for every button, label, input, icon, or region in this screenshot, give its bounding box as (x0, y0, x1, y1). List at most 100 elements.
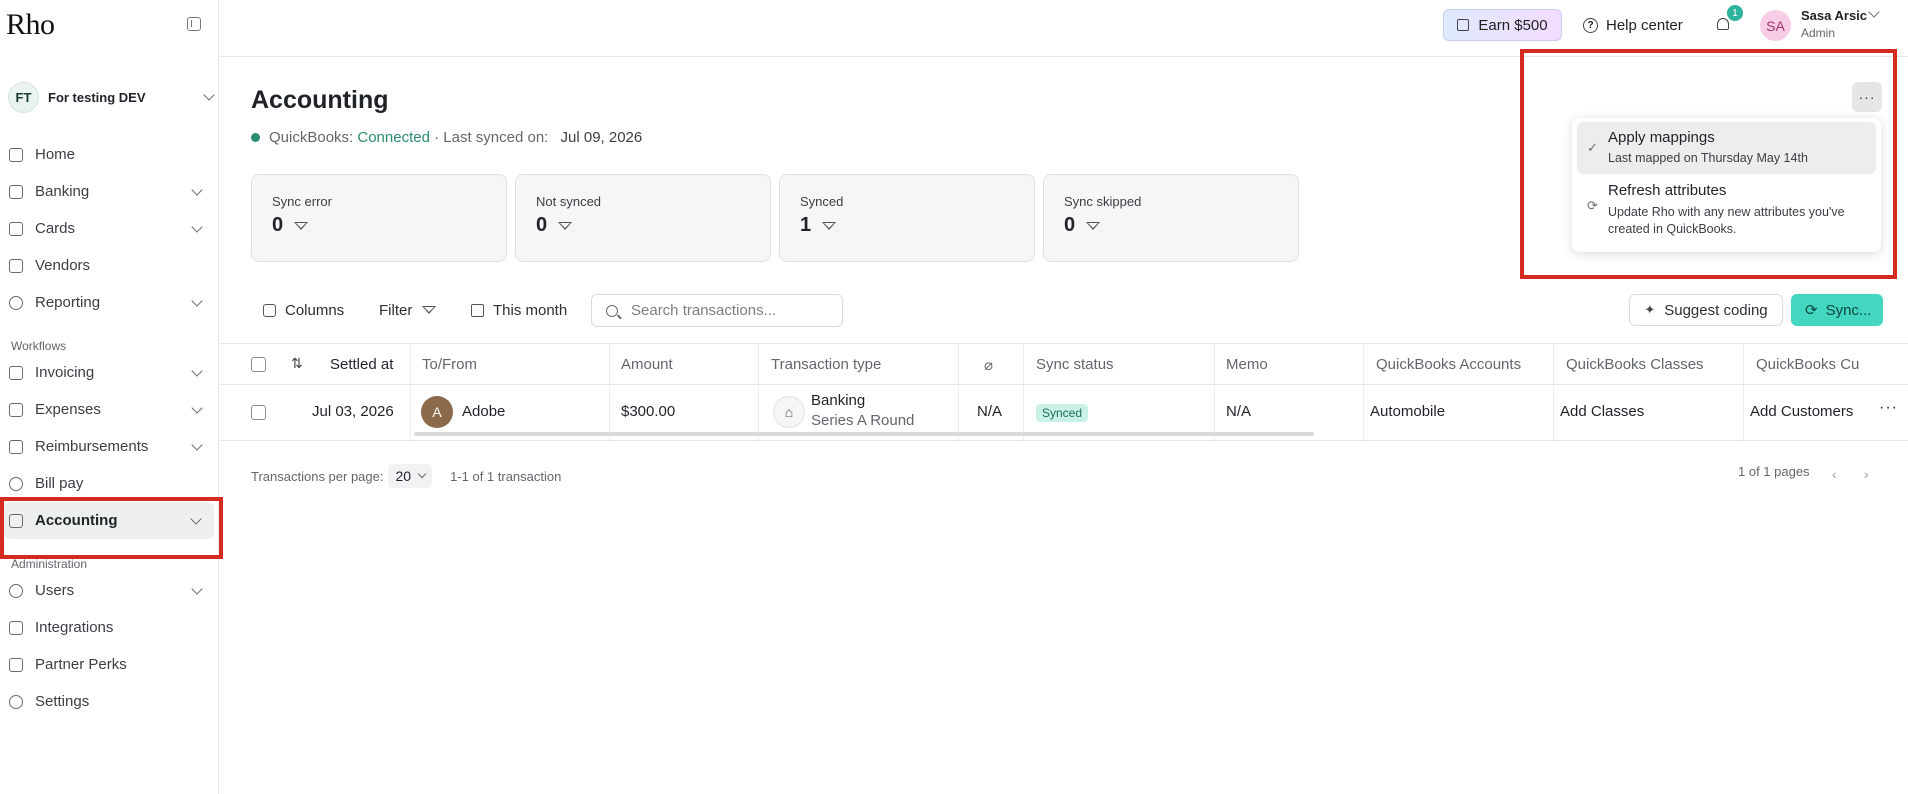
column-header-transaction-type[interactable]: Transaction type (771, 356, 881, 373)
row-checkbox[interactable] (251, 405, 266, 420)
filter-icon (422, 306, 437, 314)
book-icon (9, 258, 23, 273)
search-transactions[interactable] (591, 294, 843, 327)
pie-chart-icon (9, 295, 23, 310)
card-title: Synced (800, 194, 844, 209)
sidebar-item-partner-perks[interactable]: Partner Perks (0, 646, 215, 683)
column-header-amount[interactable]: Amount (621, 356, 673, 373)
memo-cell[interactable]: N/A (1226, 403, 1251, 420)
sidebar-item-integrations[interactable]: Integrations (0, 609, 215, 646)
org-switcher[interactable]: FT For testing DEV (8, 80, 215, 114)
to-from-cell[interactable]: Adobe (462, 403, 505, 420)
sidebar-item-invoicing[interactable]: Invoicing (0, 354, 215, 391)
administration-section-label: Administration (11, 557, 88, 571)
filter-button[interactable]: Filter (379, 296, 437, 324)
grid-icon (9, 620, 23, 635)
columns-icon (263, 303, 276, 317)
column-header-to-from[interactable]: To/From (422, 356, 477, 373)
chevron-down-icon[interactable] (1868, 6, 1880, 18)
cash-icon (9, 439, 23, 454)
avatar[interactable]: SA (1760, 10, 1791, 41)
chevron-left-icon[interactable]: ‹ (1832, 466, 1837, 482)
sort-icon[interactable]: ⇅ (291, 355, 303, 372)
sidebar-item-expenses[interactable]: Expenses (0, 391, 215, 428)
workflows-section-label: Workflows (11, 339, 67, 353)
chevron-down-icon (203, 89, 215, 101)
horizontal-scrollbar[interactable] (414, 432, 1314, 436)
card-sync-error[interactable]: Sync error 0 (251, 174, 507, 262)
column-header-qb-customers[interactable]: QuickBooks Cu (1756, 356, 1859, 373)
annotation-highlight-menu (1520, 49, 1897, 279)
bank-icon: ⌂ (773, 396, 805, 428)
sidebar-item-reimbursements[interactable]: Reimbursements (0, 428, 215, 465)
card-title: Sync skipped (1064, 194, 1142, 209)
filter-icon[interactable] (822, 221, 837, 230)
chevron-down-icon (191, 401, 203, 414)
qb-class-cell[interactable]: Add Classes (1560, 403, 1644, 420)
collapse-sidebar-icon[interactable] (187, 17, 201, 31)
suggest-coding-button[interactable]: ✦ Suggest coding (1629, 294, 1783, 326)
sidebar-item-cards[interactable]: Cards (0, 210, 215, 247)
sidebar-item-settings[interactable]: Settings (0, 683, 215, 720)
sidebar-item-users[interactable]: Users (0, 572, 215, 609)
column-header-memo[interactable]: Memo (1226, 356, 1268, 373)
sidebar-item-label: Users (35, 582, 75, 599)
chevron-right-icon[interactable]: › (1864, 466, 1869, 482)
sparkle-icon: ✦ (1644, 302, 1656, 317)
select-all-checkbox[interactable] (251, 357, 266, 372)
earn-referral-button[interactable]: Earn $500 (1443, 9, 1562, 41)
notification-badge: 1 (1727, 5, 1743, 21)
qb-customer-cell[interactable]: Add Customers (1750, 403, 1853, 420)
row-more-icon[interactable]: ··· (1879, 399, 1898, 417)
sidebar-item-vendors[interactable]: Vendors (0, 247, 215, 284)
sync-button[interactable]: ⟳ Sync... (1791, 294, 1883, 326)
sidebar-item-reporting[interactable]: Reporting (0, 284, 215, 321)
status-prefix: QuickBooks: (269, 129, 358, 146)
home-icon (9, 147, 23, 162)
page-title: Accounting (251, 86, 389, 114)
bank-icon (9, 184, 23, 199)
column-header-qb-classes[interactable]: QuickBooks Classes (1566, 356, 1704, 373)
filter-icon[interactable] (294, 221, 309, 230)
org-name: For testing DEV (48, 89, 146, 105)
card-value: 1 (800, 214, 812, 236)
qb-account-cell[interactable]: Automobile (1370, 403, 1445, 420)
sidebar-item-label: Invoicing (35, 364, 95, 381)
card-title: Not synced (536, 194, 602, 209)
amount-cell: $300.00 (621, 403, 676, 420)
sidebar-item-home[interactable]: Home (0, 136, 215, 173)
user-role: Admin (1801, 26, 1836, 40)
bill-icon (9, 476, 23, 491)
column-header-qb-accounts[interactable]: QuickBooks Accounts (1376, 356, 1521, 373)
chevron-down-icon (191, 438, 203, 451)
sidebar-item-label: Banking (35, 183, 90, 200)
card-synced[interactable]: Synced 1 (779, 174, 1035, 262)
column-header-sync-status[interactable]: Sync status (1036, 356, 1114, 373)
columns-button[interactable]: Columns (263, 296, 344, 324)
chevron-down-icon (191, 582, 203, 595)
card-not-synced[interactable]: Not synced 0 (515, 174, 771, 262)
user-name[interactable]: Sasa Arsic (1801, 8, 1867, 23)
filter-icon[interactable] (1086, 221, 1101, 230)
pagination-left: Transactions per page: 20 1-1 of 1 trans… (251, 464, 561, 488)
card-sync-skipped[interactable]: Sync skipped 0 (1043, 174, 1299, 262)
search-input[interactable] (631, 302, 831, 319)
attachment-cell[interactable]: N/A (977, 403, 1002, 420)
sidebar-item-label: Partner Perks (35, 656, 127, 673)
sidebar-item-label: Bill pay (35, 475, 84, 492)
per-page-select[interactable]: 20 (388, 464, 433, 488)
sidebar-item-label: Vendors (35, 257, 91, 274)
help-center-link[interactable]: ? Help center (1583, 13, 1683, 37)
chevron-down-icon (191, 294, 203, 307)
card-title: Sync error (272, 194, 332, 209)
date-range-label: This month (493, 301, 568, 319)
date-range-button[interactable]: This month (471, 296, 567, 324)
columns-label: Columns (285, 301, 345, 319)
filter-icon[interactable] (558, 221, 573, 230)
sidebar-item-label: Home (35, 146, 76, 163)
earn-label: Earn $500 (1478, 16, 1548, 34)
column-header-settled-at[interactable]: Settled at (330, 356, 393, 373)
sidebar-item-banking[interactable]: Banking (0, 173, 215, 210)
annotation-highlight-accounting (0, 497, 223, 559)
rho-logo[interactable]: Rho (6, 8, 55, 42)
